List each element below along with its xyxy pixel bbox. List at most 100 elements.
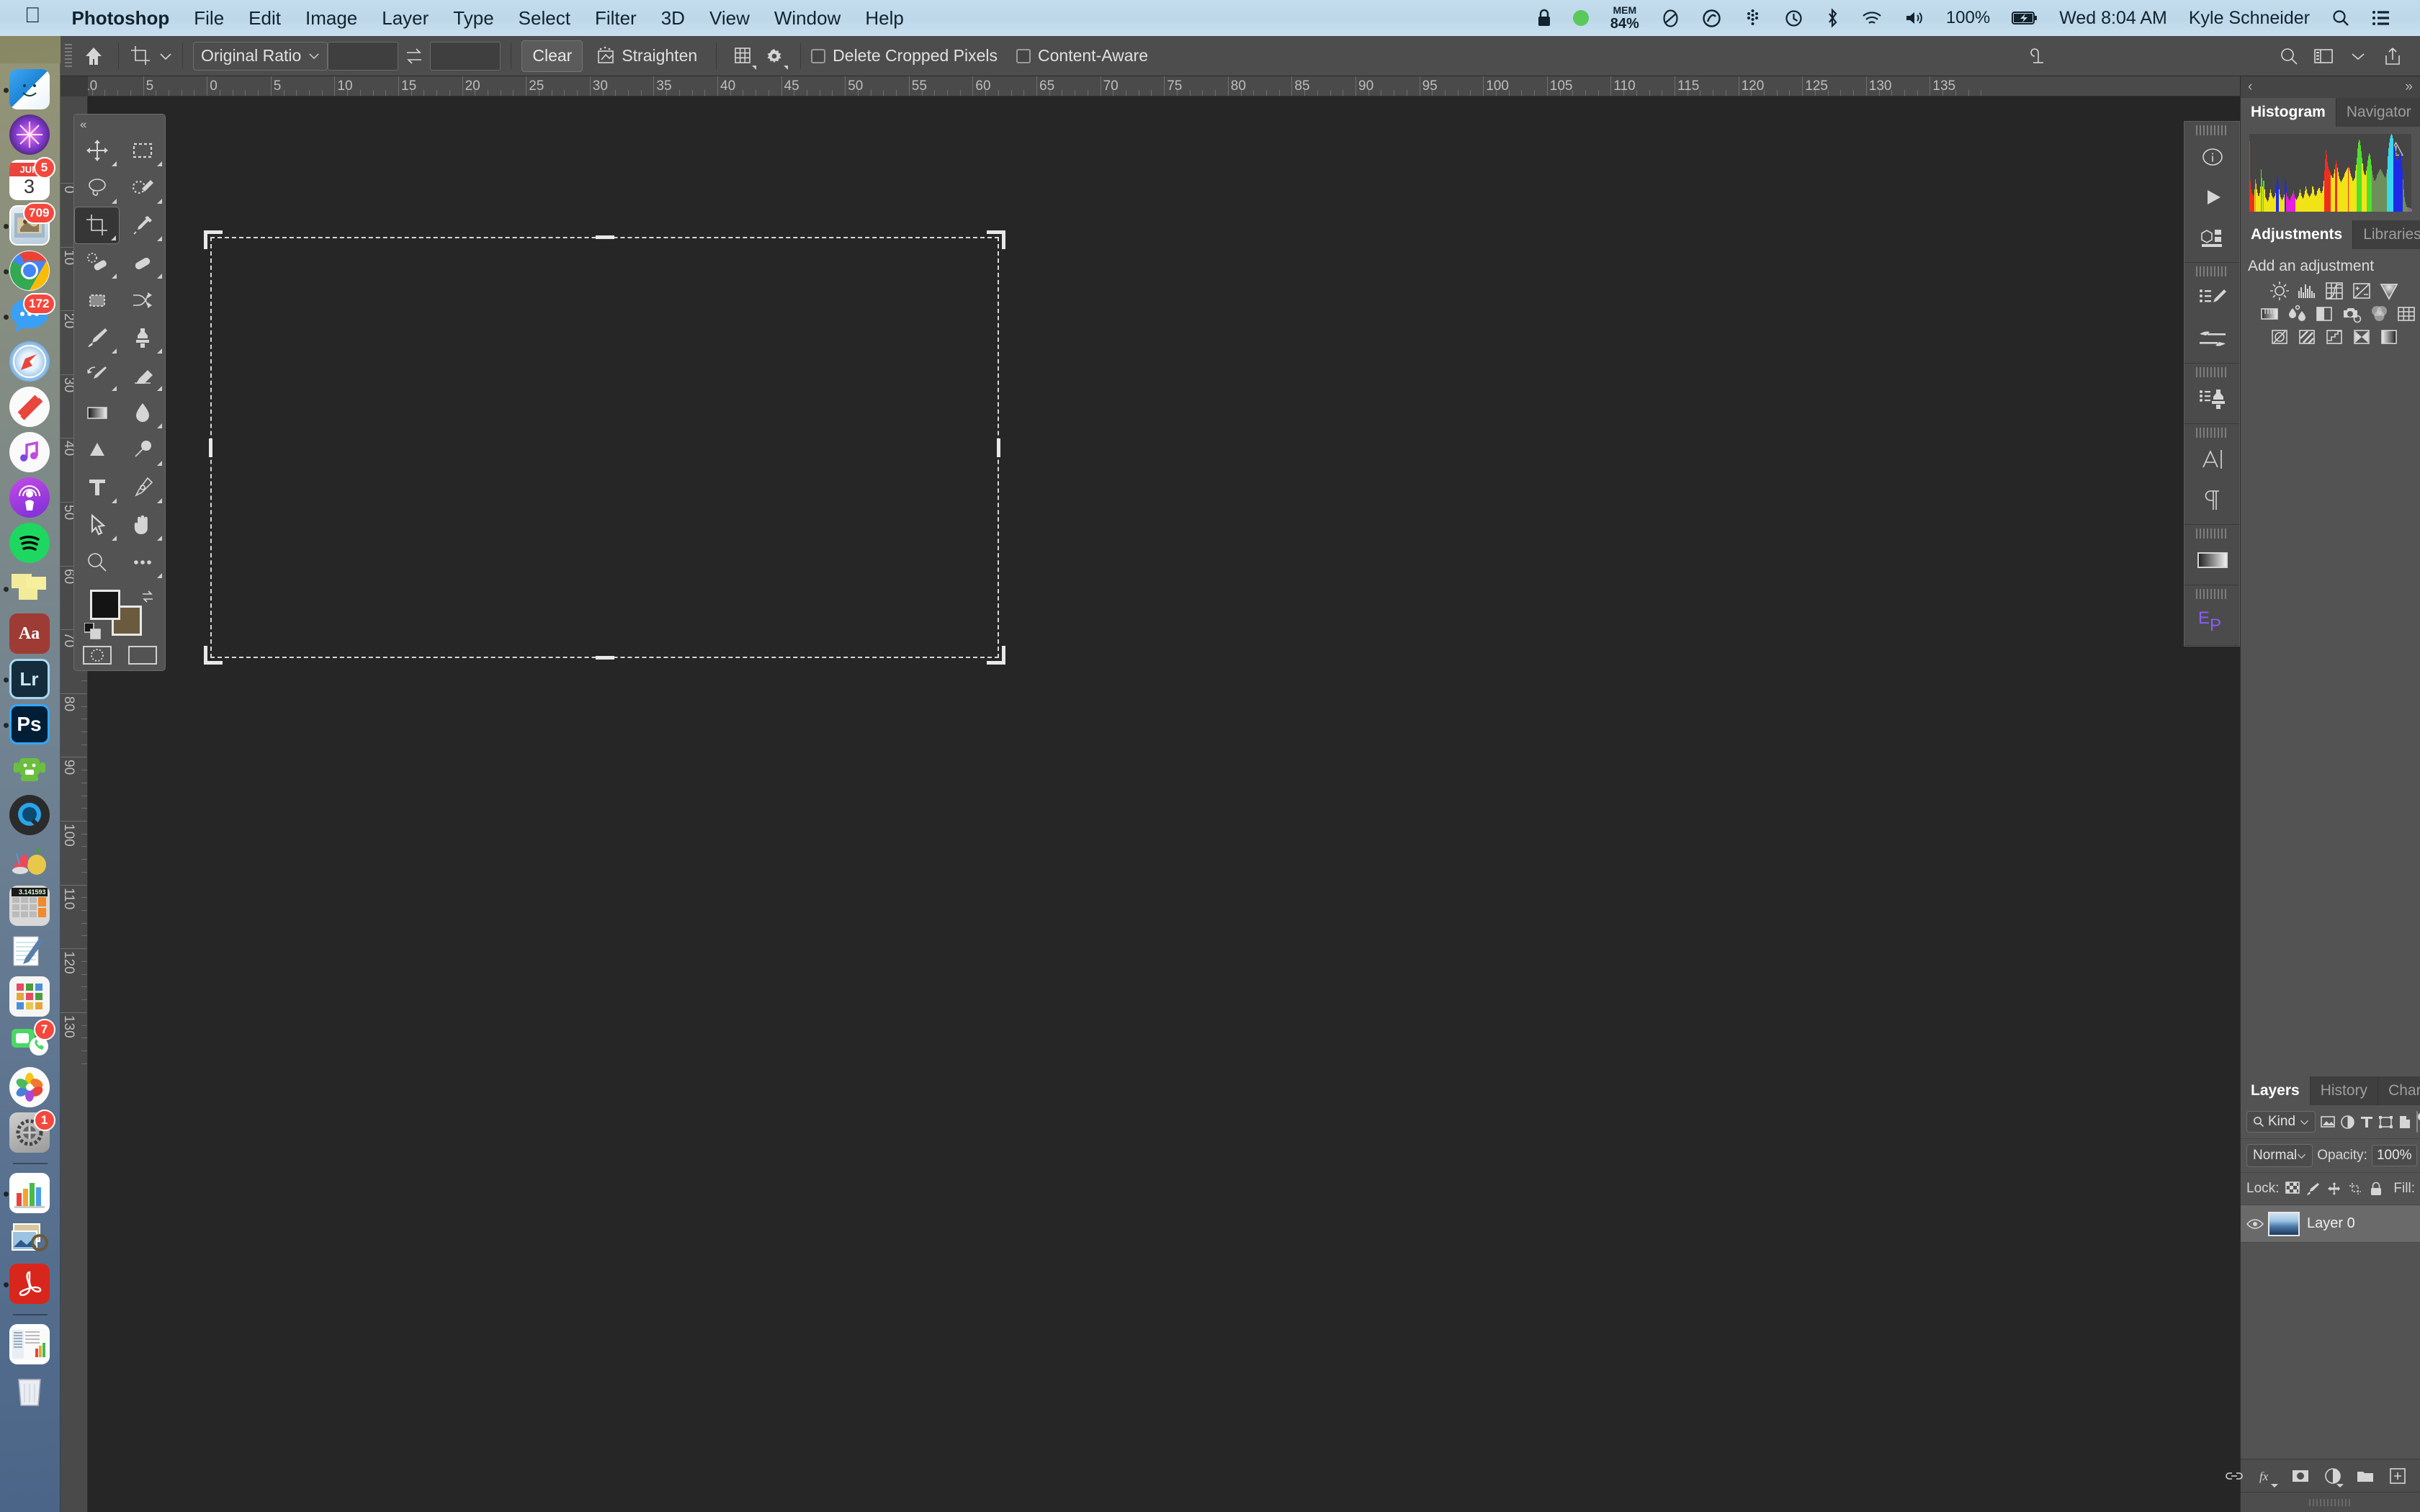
chevron-left-icon[interactable]: ‹: [2248, 79, 2252, 95]
eyedropper-tool[interactable]: [120, 207, 165, 244]
screen-mode-icon[interactable]: [127, 646, 157, 665]
dock-item-private-internet-access[interactable]: [9, 750, 51, 791]
dock-item-app-store[interactable]: [9, 840, 51, 882]
lock-all-icon[interactable]: [2370, 1179, 2383, 1198]
horizontal-ruler[interactable]: 1050510152025303540455055606570758085909…: [88, 76, 2240, 96]
paragraph-icon[interactable]: [2184, 480, 2241, 520]
color-balance-icon[interactable]: [2285, 302, 2308, 325]
eraser-tool[interactable]: [120, 356, 165, 394]
gradient-tool[interactable]: [74, 394, 120, 431]
default-colors-icon[interactable]: [84, 623, 103, 642]
clone-source-icon[interactable]: [2184, 379, 2241, 419]
levels-icon[interactable]: [2295, 279, 2318, 302]
dock-item-dictionary[interactable]: Aa: [9, 613, 51, 655]
shuffle-tool[interactable]: [120, 282, 165, 319]
blend-mode-select[interactable]: Normal: [2246, 1144, 2313, 1167]
tab-layers[interactable]: Layers: [2241, 1076, 2311, 1105]
dock-item-preview[interactable]: [9, 1218, 51, 1260]
gear-icon[interactable]: [758, 40, 790, 72]
workspace-icon[interactable]: [2308, 40, 2339, 72]
status-wifi-icon[interactable]: [1850, 9, 1894, 27]
spotlight-search-icon[interactable]: [2321, 9, 2361, 27]
opacity-value[interactable]: 100%: [2371, 1145, 2417, 1166]
layer-style-fx-icon[interactable]: fx: [2258, 1465, 2278, 1488]
dock-item-notes[interactable]: [9, 931, 51, 973]
hand-tool[interactable]: [120, 506, 165, 544]
swap-dimensions-icon[interactable]: [398, 40, 430, 72]
rail-grip[interactable]: [2196, 266, 2228, 276]
dock-item-facetime[interactable]: 7: [9, 1019, 55, 1063]
rail-grip[interactable]: [2196, 528, 2228, 539]
rail-grip[interactable]: [2196, 125, 2228, 135]
invert-icon[interactable]: [2268, 325, 2291, 348]
crop-handle-top-left[interactable]: [204, 230, 223, 249]
dock-item-trash[interactable]: [9, 1369, 51, 1411]
dock-item-finder[interactable]: [3, 69, 51, 111]
filter-shape-icon[interactable]: [2378, 1112, 2393, 1131]
ellipsis-icon[interactable]: [120, 544, 165, 581]
quick-selection-tool[interactable]: [120, 169, 165, 207]
lock-transparent-pixels-icon[interactable]: [2285, 1179, 2300, 1198]
panel-resize-grip[interactable]: [2241, 1492, 2420, 1512]
tab-channels[interactable]: Channels: [2378, 1076, 2420, 1105]
control-center-icon[interactable]: [2361, 10, 2401, 26]
active-tool-preset[interactable]: [129, 44, 172, 68]
lock-position-icon[interactable]: [2327, 1179, 2341, 1198]
lock-artboard-nesting-icon[interactable]: [2348, 1179, 2363, 1198]
menu-item-help[interactable]: Help: [853, 7, 915, 30]
menu-item-view[interactable]: View: [697, 7, 762, 30]
dock-item-launchpad[interactable]: [9, 976, 51, 1018]
menu-item-photoshop[interactable]: Photoshop: [60, 7, 182, 30]
path-selection-tool[interactable]: [74, 506, 120, 544]
layer-name[interactable]: Layer 0: [2307, 1215, 2355, 1232]
crop-handle-top-center[interactable]: [595, 235, 614, 239]
dock-item-itunes[interactable]: [9, 432, 51, 474]
share-icon[interactable]: [2377, 40, 2408, 72]
crop-overlay-grid-icon[interactable]: [727, 40, 758, 72]
clone-stamp-tool[interactable]: [120, 319, 165, 356]
rail-grip[interactable]: [2196, 367, 2228, 377]
dock-item-photoshop[interactable]: Ps: [3, 704, 51, 746]
dock-item-photos[interactable]: [9, 1067, 51, 1109]
status-dropbox-icon[interactable]: [1732, 9, 1773, 28]
menu-item-type[interactable]: Type: [441, 7, 506, 30]
black-white-icon[interactable]: [2313, 302, 2336, 325]
dock-item-news[interactable]: [9, 387, 51, 428]
spot-healing-brush-tool[interactable]: [74, 244, 120, 282]
dock-item-numbers[interactable]: [3, 1173, 51, 1215]
status-volume-icon[interactable]: [1894, 9, 1935, 27]
status-battery-icon[interactable]: [2001, 10, 2048, 26]
threshold-icon[interactable]: [2323, 325, 2346, 348]
home-icon[interactable]: [79, 42, 108, 71]
dock-item-calculator[interactable]: 3.141593: [9, 886, 51, 927]
filter-type-icon[interactable]: [2360, 1112, 2374, 1131]
apple-menu-icon[interactable]: : [24, 5, 41, 27]
menu-item-layer[interactable]: Layer: [369, 7, 441, 30]
menu-item-filter[interactable]: Filter: [583, 7, 649, 30]
dock-item-mail[interactable]: 709: [3, 202, 55, 247]
menu-item-select[interactable]: Select: [506, 7, 583, 30]
history-brush-tool[interactable]: [74, 356, 120, 394]
frame-tool[interactable]: [74, 282, 120, 319]
dock-item-recent-document[interactable]: [9, 1324, 51, 1366]
character-icon[interactable]: [2184, 439, 2241, 480]
filter-enable-toggle[interactable]: [2416, 1111, 2420, 1133]
brightness-contrast-icon[interactable]: [2268, 279, 2291, 302]
status-creative-cloud-icon[interactable]: [1691, 9, 1732, 28]
posterize-icon[interactable]: [2295, 325, 2318, 348]
marquee-tool[interactable]: [120, 132, 165, 169]
crop-handle-bottom-left[interactable]: [204, 646, 223, 665]
tab-libraries[interactable]: Libraries: [2353, 220, 2420, 249]
curves-icon[interactable]: [2323, 279, 2346, 302]
burn-tool[interactable]: [120, 431, 165, 469]
dock-item-siri[interactable]: [9, 114, 51, 156]
hue-saturation-icon[interactable]: [2258, 302, 2281, 325]
menu-item-edit[interactable]: Edit: [236, 7, 293, 30]
crop-handle-top-right[interactable]: [987, 230, 1005, 249]
new-adjustment-layer-icon[interactable]: [2324, 1465, 2344, 1488]
straighten-icon[interactable]: [590, 40, 622, 72]
document-canvas[interactable]: [88, 96, 2240, 1512]
layer-visibility-eye-icon[interactable]: [2246, 1218, 2264, 1230]
search-icon[interactable]: [2273, 40, 2305, 72]
status-time-machine-icon[interactable]: [1773, 9, 1814, 28]
